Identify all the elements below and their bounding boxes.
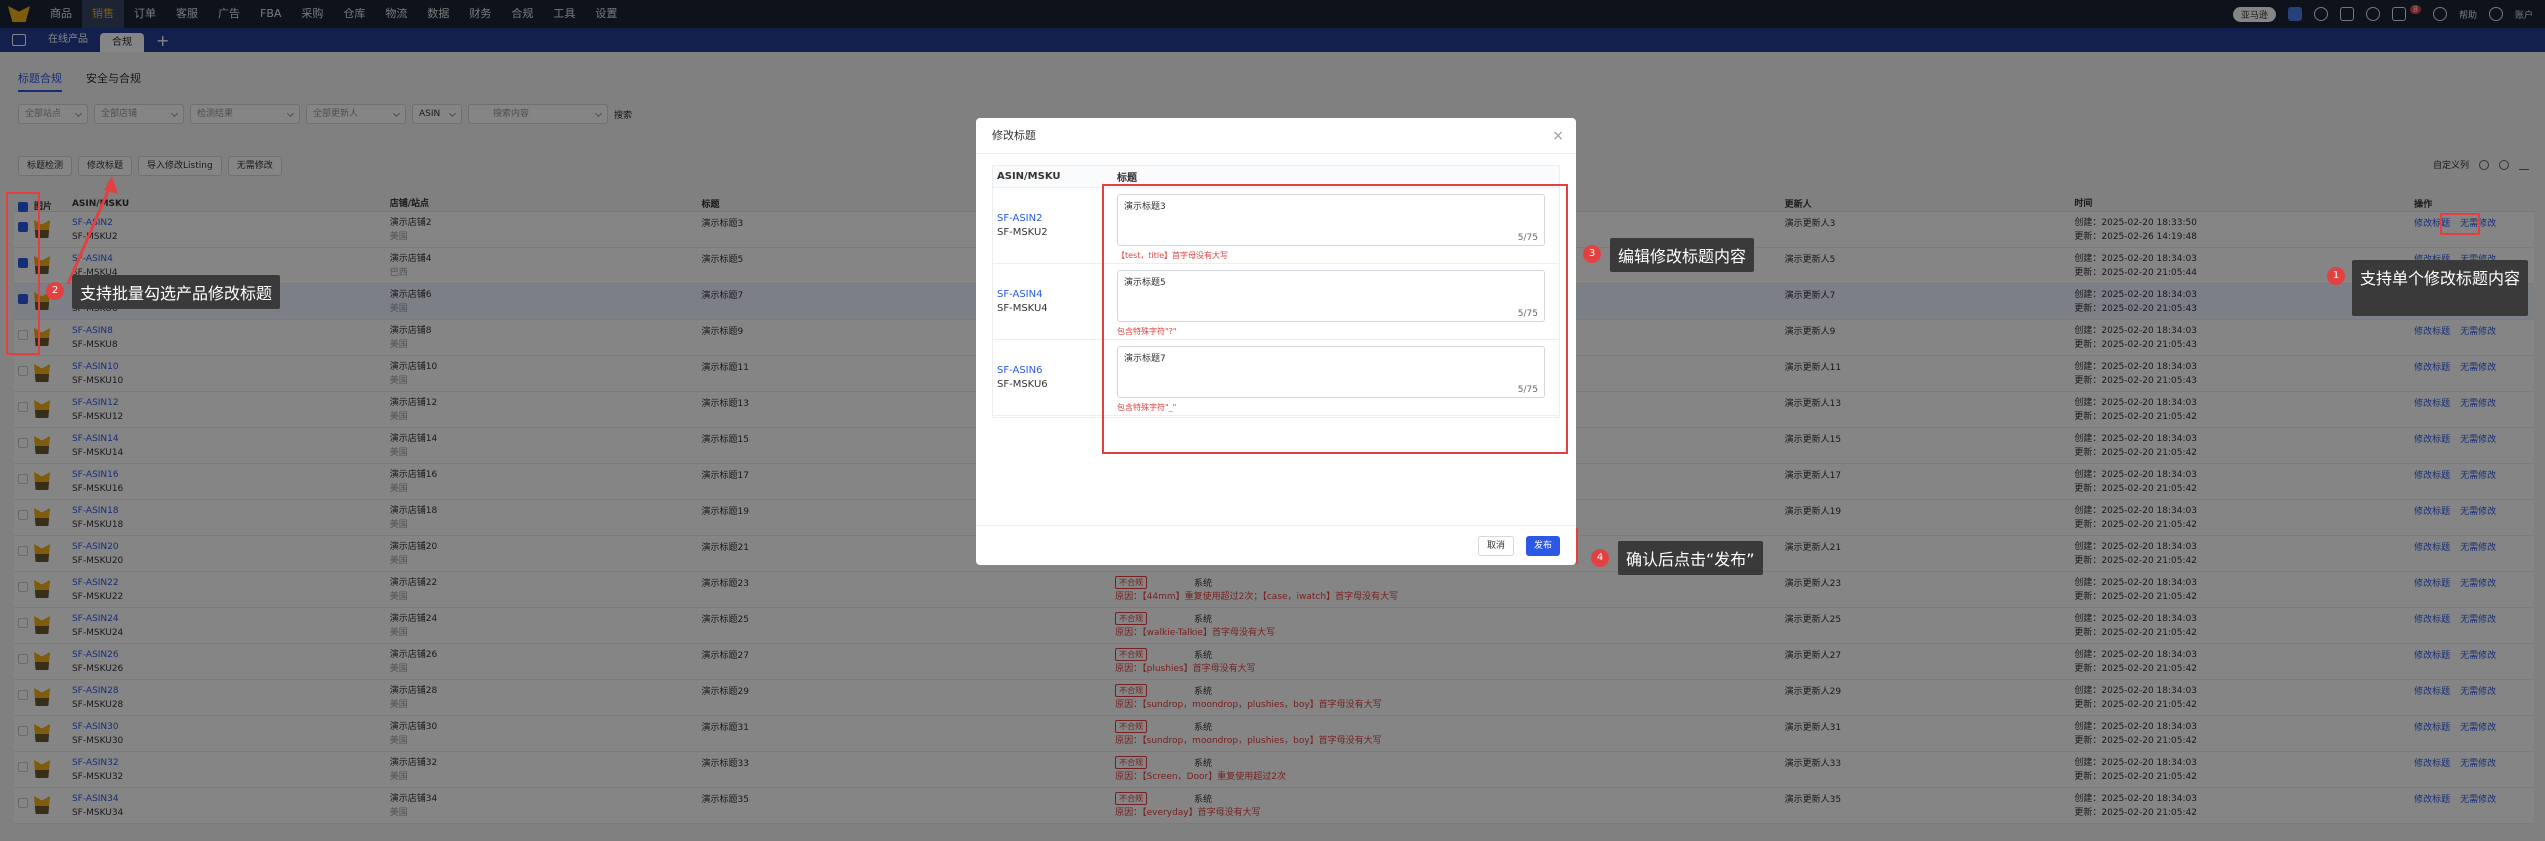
modal-footer: 取消 发布 <box>976 525 1576 565</box>
annotation-box-titles <box>1102 184 1568 454</box>
modal-msku: SF-MSKU4 <box>997 303 1048 314</box>
annotation-text-3: 编辑修改标题内容 <box>1610 238 1755 272</box>
annotation-text-4: 确认后点击“发布” <box>1618 541 1763 575</box>
modal-col-title: 标题 <box>1117 173 1137 184</box>
annotation-box-checkboxes <box>6 192 40 355</box>
modal-asin-cell: SF-ASIN2 SF-MSKU2 <box>993 188 1111 263</box>
modal-asin-link[interactable]: SF-ASIN6 <box>997 364 1111 378</box>
modal-col-asin: ASIN/MSKU <box>997 171 1061 182</box>
modal-asin-link[interactable]: SF-ASIN2 <box>997 212 1111 226</box>
annotation-num-4: 4 <box>1591 549 1609 567</box>
publish-button[interactable]: 发布 <box>1525 536 1560 556</box>
annotation-box-edit-link <box>2440 213 2480 235</box>
annotation-text-2: 支持批量勾选产品修改标题 <box>72 275 281 309</box>
annotation-num-1: 1 <box>2327 267 2345 285</box>
modal-asin-cell: SF-ASIN6 SF-MSKU6 <box>993 340 1111 415</box>
modal-msku: SF-MSKU6 <box>997 379 1048 390</box>
cancel-button[interactable]: 取消 <box>1477 536 1514 556</box>
modal-msku: SF-MSKU2 <box>997 227 1048 238</box>
close-icon[interactable]: × <box>1552 128 1564 144</box>
annotation-arrow <box>66 176 118 285</box>
annotation-text-1: 支持单个修改标题内容 <box>2352 260 2529 316</box>
modal-title: 修改标题 <box>976 118 1576 154</box>
modal-asin-link[interactable]: SF-ASIN4 <box>997 288 1111 302</box>
annotation-num-3: 3 <box>1583 245 1601 263</box>
annotation-num-2: 2 <box>46 282 64 300</box>
modal-asin-cell: SF-ASIN4 SF-MSKU4 <box>993 264 1111 339</box>
